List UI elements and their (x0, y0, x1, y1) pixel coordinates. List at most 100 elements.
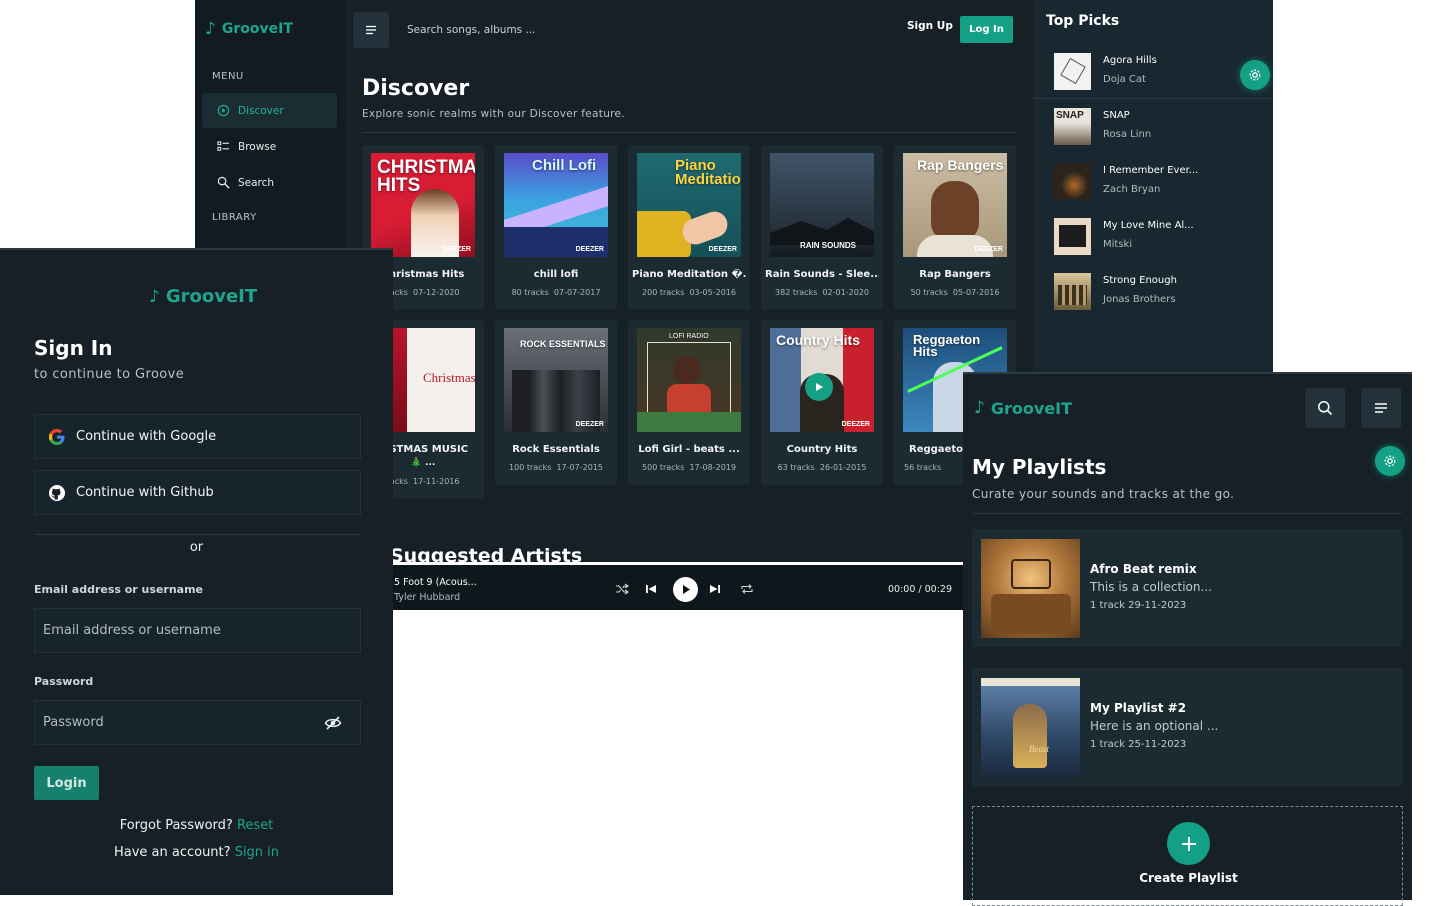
create-playlist-label: Create Playlist (1139, 871, 1238, 885)
album-card[interactable]: Rap Bangers DEEZER Rap Bangers 50 tracks… (894, 145, 1016, 310)
album-meta: 500 tracks 17-08-2019 (642, 463, 736, 472)
app-name: GrooveIT (221, 21, 293, 37)
album-art: Chill Lofi DEEZER (504, 153, 608, 257)
app-name: GrooveIT (165, 286, 258, 307)
playlist-description: Here is an optional ... (1090, 719, 1219, 733)
google-sign-in-button[interactable]: Continue with Google (34, 414, 361, 459)
sign-in-link[interactable]: Sign in (235, 845, 279, 860)
playlist-name: My Playlist #2 (1090, 701, 1187, 715)
login-button[interactable]: Login (34, 766, 99, 800)
play-overlay-button[interactable] (805, 373, 833, 401)
email-field[interactable] (34, 608, 361, 653)
page-subtitle: Explore sonic realms with our Discover f… (362, 108, 625, 120)
play-button[interactable] (673, 577, 698, 602)
album-meta: 100 tracks 17-07-2015 (509, 463, 603, 472)
sidebar-item-search[interactable]: Search (202, 165, 337, 200)
password-label: Password (34, 675, 94, 688)
playlist-description: This is a collection... (1090, 580, 1212, 594)
eye-off-icon[interactable] (324, 714, 342, 732)
search-icon (1318, 401, 1333, 416)
track-name: I Remember Ever... (1103, 165, 1199, 176)
search-input[interactable] (407, 20, 767, 40)
track-artist: Jonas Brothers (1103, 294, 1176, 305)
hamburger-icon (1375, 403, 1387, 413)
github-sign-in-button[interactable]: Continue with Github (34, 470, 361, 515)
album-art-text: Rap Bangers (917, 157, 1004, 173)
track-name: Agora Hills (1103, 55, 1157, 66)
page-title: My Playlists (972, 455, 1107, 479)
playlists-window: ♪ GrooveIT My Playlists Curate your soun… (963, 372, 1412, 906)
track-thumbnail (1054, 163, 1091, 200)
track-artist: Doja Cat (1103, 74, 1146, 85)
add-playlist-button[interactable] (1167, 822, 1210, 865)
deezer-badge: DEEZER (841, 421, 870, 428)
now-playing-title: 5 Foot 9 (Acous... (394, 577, 477, 588)
album-title: Rain Sounds - Slee... (765, 269, 879, 280)
previous-icon[interactable] (644, 582, 658, 596)
top-pick-item[interactable]: I Remember Ever... Zach Bryan (1033, 163, 1273, 215)
sidebar-item-label: Search (238, 176, 275, 189)
track-thumbnail (1054, 53, 1091, 90)
now-playing-artist: Tyler Hubbard (394, 592, 461, 603)
log-in-button[interactable]: Log In (960, 16, 1013, 43)
album-art-text: ROCK ESSENTIALS (520, 339, 606, 349)
app-logo[interactable]: ♪ GrooveIT (205, 19, 293, 39)
deezer-badge: DEEZER (575, 246, 604, 253)
app-name: GrooveIT (990, 398, 1073, 418)
playlist-card[interactable]: Afro Beat remix This is a collection... … (972, 529, 1402, 647)
menu-toggle-button[interactable] (353, 12, 389, 48)
album-title: Country Hits (786, 444, 858, 455)
track-thumbnail: SNAP (1054, 108, 1091, 145)
divider (972, 513, 1402, 514)
album-card[interactable]: Piano Meditation DEEZER Piano Meditation… (628, 145, 750, 310)
music-note-icon: ♪ (974, 398, 985, 418)
hamburger-icon (366, 25, 376, 35)
album-card[interactable]: Country Hits DEEZER Country Hits 63 trac… (761, 320, 883, 485)
repeat-icon[interactable] (740, 582, 754, 596)
forgot-password-line: Forgot Password? Reset (0, 818, 393, 833)
sign-in-subtitle: to continue to Groove (34, 367, 185, 382)
album-card[interactable]: ROCK ESSENTIALS DEEZER Rock Essentials 1… (495, 320, 617, 485)
album-card[interactable]: LOFI RADIO Lofi Girl - beats ... 500 tra… (628, 320, 750, 485)
shuffle-icon[interactable] (615, 582, 629, 596)
page-title: Discover (362, 76, 470, 101)
app-logo[interactable]: ♪ GrooveIT (149, 286, 257, 307)
gear-icon (1249, 69, 1261, 81)
top-pick-item[interactable]: Strong Enough Jonas Brothers (1033, 273, 1273, 325)
app-logo[interactable]: ♪ GrooveIT (974, 398, 1072, 418)
album-art-text: Christmas (423, 370, 475, 385)
google-icon (49, 428, 65, 445)
next-icon[interactable] (708, 582, 722, 596)
password-field[interactable] (34, 700, 361, 745)
sidebar-item-discover[interactable]: Discover (202, 93, 337, 128)
album-meta: 200 tracks 03-05-2016 (642, 288, 736, 297)
playlist-art (981, 539, 1080, 638)
play-circle-icon (217, 104, 230, 117)
playlist-card[interactable]: Beast My Playlist #2 Here is an optional… (972, 668, 1402, 786)
create-playlist-card[interactable]: Create Playlist (972, 806, 1403, 906)
google-button-label: Continue with Google (76, 429, 217, 444)
github-icon (49, 484, 65, 501)
track-thumbnail (1054, 273, 1091, 310)
top-pick-item[interactable]: My Love Mine Al... Mitski (1033, 218, 1273, 270)
album-card[interactable]: RAIN SOUNDS Rain Sounds - Slee... 382 tr… (761, 145, 883, 310)
top-pick-item[interactable]: SNAP SNAP Rosa Linn (1033, 108, 1273, 160)
divider (362, 132, 1017, 133)
reset-link[interactable]: Reset (237, 818, 273, 833)
settings-button[interactable] (1240, 60, 1270, 90)
search-button[interactable] (1305, 388, 1345, 428)
sign-up-button[interactable]: Sign Up (907, 20, 953, 32)
album-card[interactable]: Chill Lofi DEEZER chill lofi 80 tracks 0… (495, 145, 617, 310)
sidebar-item-browse[interactable]: Browse (202, 129, 337, 164)
playlist-name: Afro Beat remix (1090, 562, 1197, 576)
album-art-text: RAIN SOUNDS (800, 241, 857, 250)
have-account-text: Have an account? (113, 845, 231, 860)
menu-toggle-button[interactable] (1361, 388, 1401, 428)
album-meta: 80 tracks 07-07-2017 (511, 288, 601, 297)
forgot-password-text: Forgot Password? (119, 818, 233, 833)
page-subtitle: Curate your sounds and tracks at the go. (972, 487, 1235, 501)
search-icon (217, 176, 230, 189)
settings-button[interactable] (1375, 446, 1405, 476)
album-art: ROCK ESSENTIALS DEEZER (504, 328, 608, 432)
album-title: Lofi Girl - beats ... (638, 444, 740, 455)
